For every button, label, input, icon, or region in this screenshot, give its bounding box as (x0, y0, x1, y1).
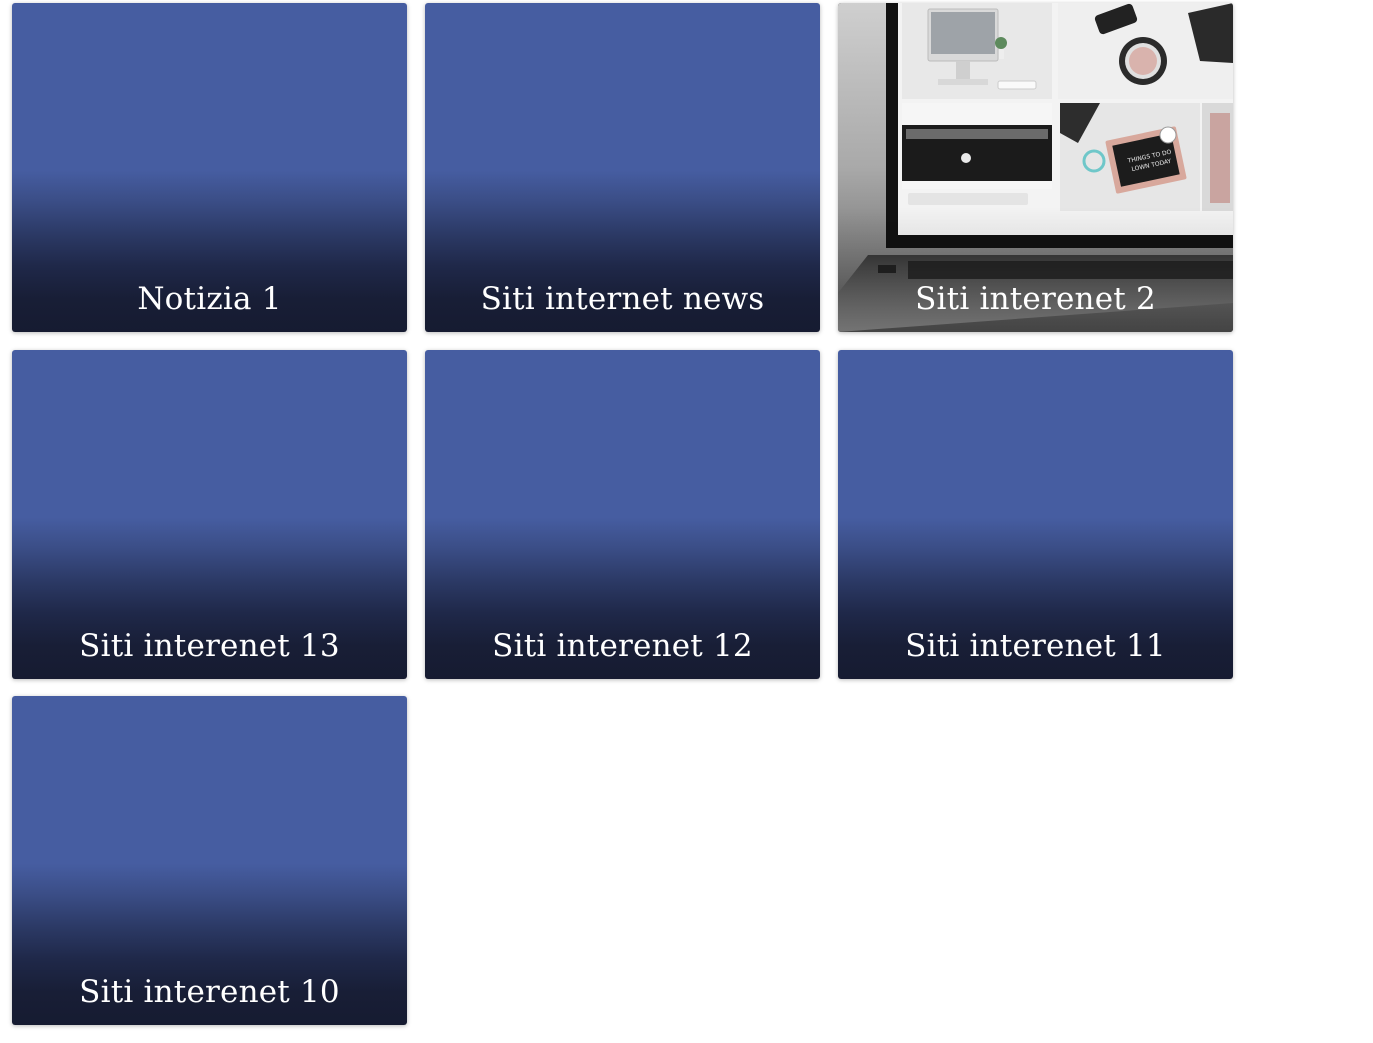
news-card-title[interactable]: Siti interenet 12 (425, 626, 820, 666)
news-card[interactable]: Siti internet news (425, 3, 820, 332)
news-card[interactable]: Notizia 1 (12, 3, 407, 332)
news-card-title[interactable]: Siti interenet 13 (12, 626, 407, 666)
news-card-title[interactable]: Siti internet news (425, 279, 820, 319)
news-card-title[interactable]: Siti interenet 2 (838, 279, 1233, 319)
news-card-title[interactable]: Notizia 1 (12, 279, 407, 319)
news-card[interactable]: Siti interenet 12 (425, 350, 820, 679)
news-card[interactable]: Siti interenet 13 (12, 350, 407, 679)
news-card-grid: Notizia 1 Siti internet news Siti intere… (0, 0, 1373, 1043)
news-card[interactable]: THINGS TO DO LOWN TODAY Siti interenet 2 (838, 3, 1233, 332)
news-card[interactable]: Siti interenet 11 (838, 350, 1233, 679)
news-card-title[interactable]: Siti interenet 11 (838, 626, 1233, 666)
news-card-title[interactable]: Siti interenet 10 (12, 972, 407, 1012)
news-card[interactable]: Siti interenet 10 (12, 696, 407, 1025)
